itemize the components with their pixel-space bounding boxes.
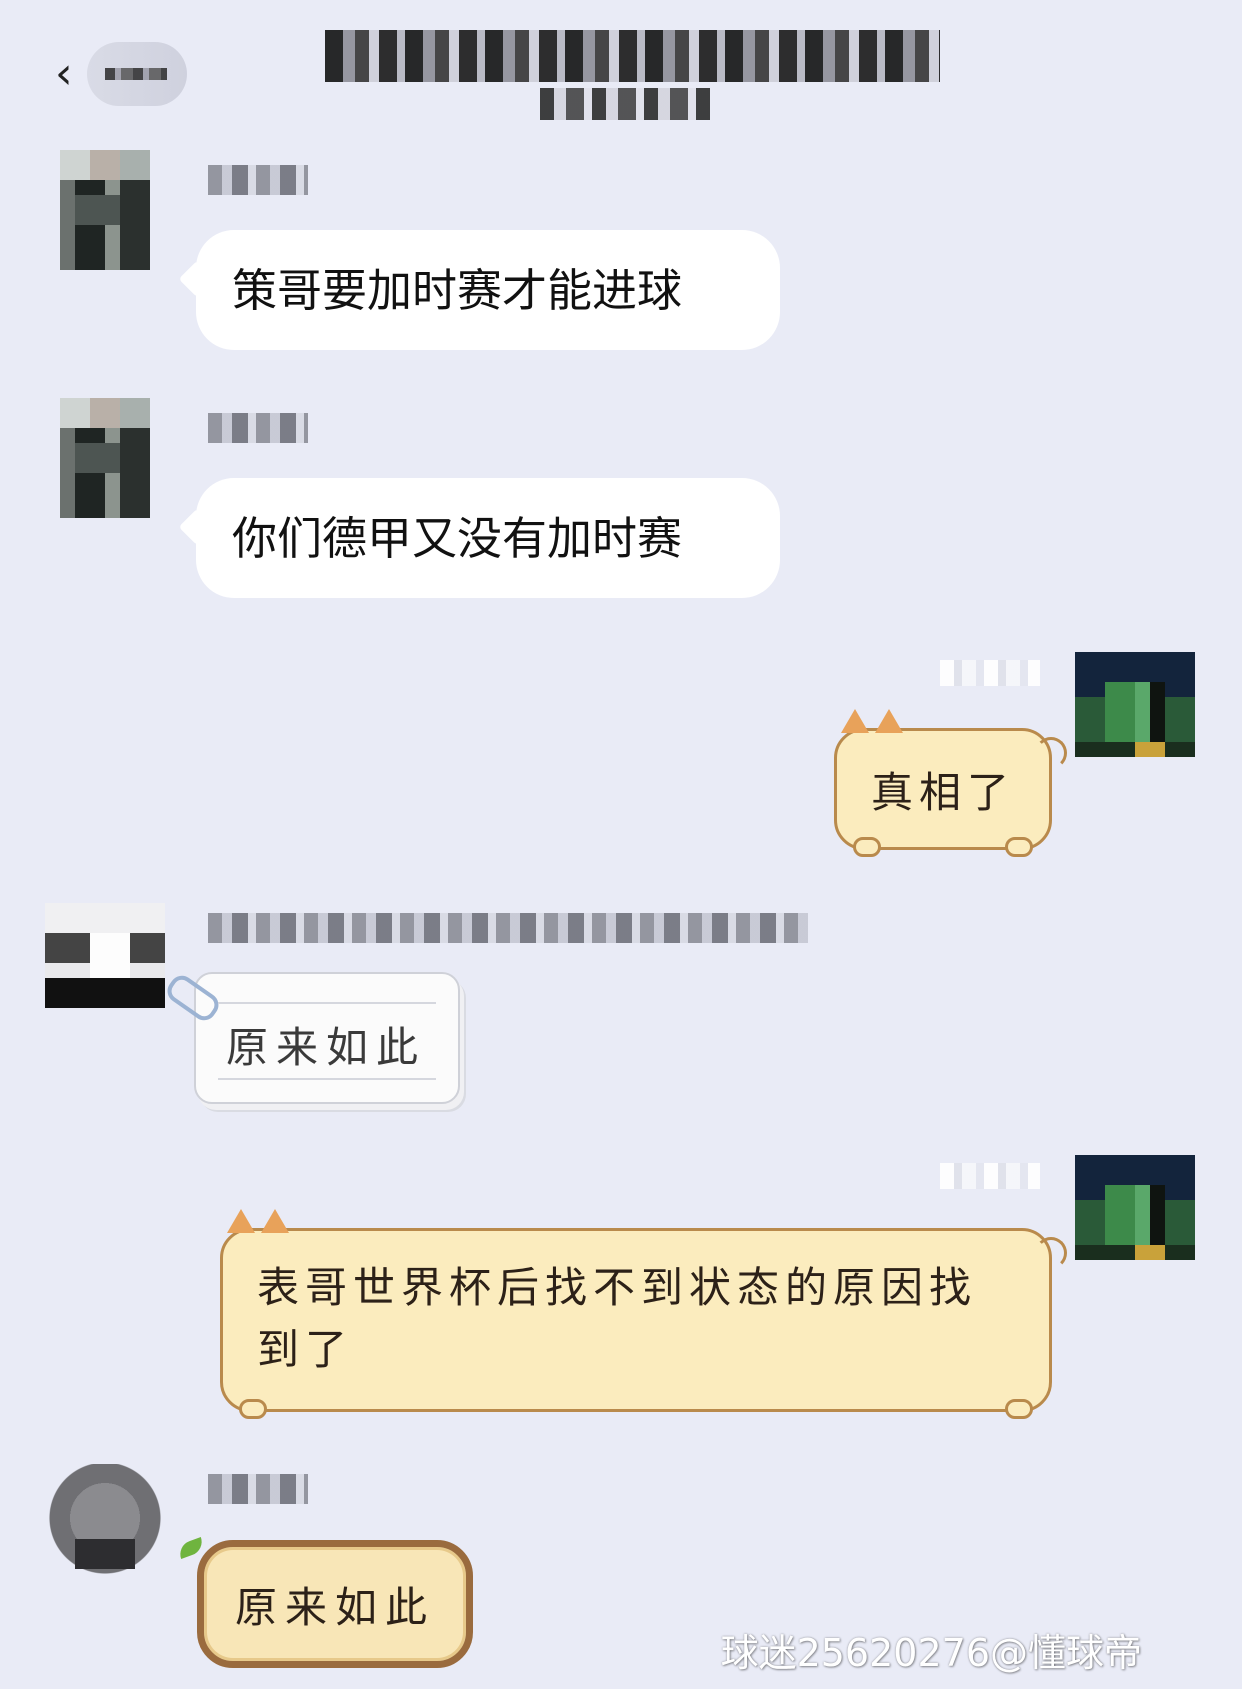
paperclip-icon: [162, 971, 224, 1025]
message-bubble[interactable]: 原来如此: [162, 971, 460, 1104]
message-text: 表哥世界杯后找不到状态的原因找到了: [257, 1263, 978, 1374]
message-bubble[interactable]: 原来如此: [176, 1536, 473, 1668]
sender-name: [208, 413, 308, 443]
avatar[interactable]: [45, 903, 165, 1023]
chat-subtitle: [540, 88, 710, 120]
sender-name: [208, 165, 308, 195]
back-button[interactable]: ‹: [55, 42, 215, 106]
cat-ears-icon: [227, 1209, 289, 1239]
cat-ears-icon: [841, 709, 903, 739]
message-text: 原来如此: [234, 1582, 435, 1632]
avatar[interactable]: [1075, 652, 1195, 772]
sender-name: [208, 1474, 308, 1504]
avatar[interactable]: [45, 1464, 165, 1584]
cat-tail-icon: [1035, 737, 1067, 769]
message-bubble[interactable]: 真相了: [834, 709, 1067, 857]
sender-name: [208, 913, 808, 943]
chat-title: [325, 30, 940, 82]
watermark: 球迷25620276@懂球帝: [720, 1631, 1142, 1675]
message-bubble[interactable]: 表哥世界杯后找不到状态的原因找到了: [220, 1209, 1067, 1419]
cat-tail-icon: [1035, 1237, 1067, 1269]
message-bubble[interactable]: 策哥要加时赛才能进球: [178, 230, 780, 350]
chevron-left-icon: ‹: [55, 48, 73, 99]
leaf-icon: [176, 1536, 206, 1560]
message-text: 策哥要加时赛才能进球: [232, 263, 683, 317]
message-text: 你们德甲又没有加时赛: [232, 511, 683, 565]
sender-name: [940, 660, 1040, 686]
unread-count-badge: [86, 42, 187, 106]
message-text: 原来如此: [226, 1023, 427, 1072]
sender-name: [940, 1163, 1040, 1189]
avatar[interactable]: [45, 398, 165, 518]
avatar[interactable]: [45, 150, 165, 270]
message-bubble[interactable]: 你们德甲又没有加时赛: [178, 478, 780, 598]
avatar[interactable]: [1075, 1155, 1195, 1275]
message-text: 真相了: [870, 767, 1015, 817]
